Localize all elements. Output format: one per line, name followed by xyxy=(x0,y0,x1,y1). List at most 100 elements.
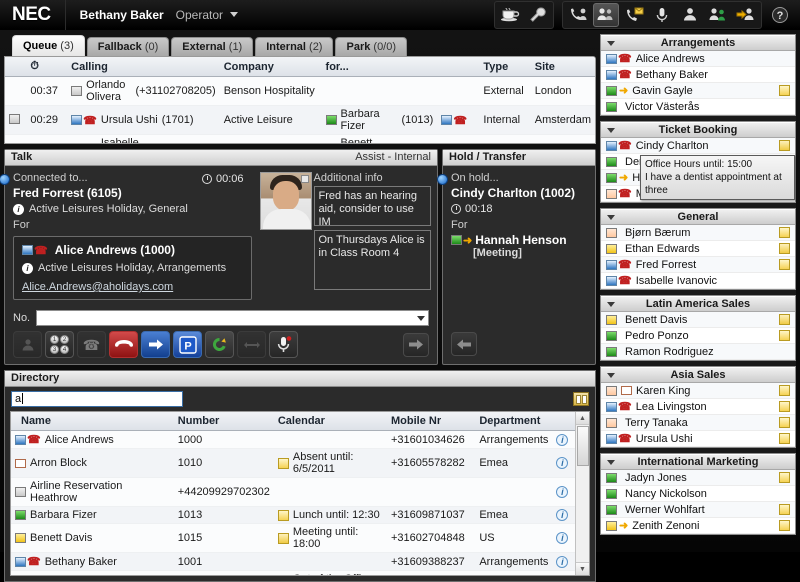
scroll-down-icon[interactable]: ▼ xyxy=(576,562,589,575)
group-header-ticket-booking[interactable]: Ticket Booking xyxy=(601,122,795,138)
list-item[interactable]: ☎ Lea Livingston xyxy=(601,399,795,415)
additional-info-note-1[interactable]: Fred has an hearing aid, consider to use… xyxy=(313,186,431,228)
group-header-general[interactable]: General xyxy=(601,209,795,225)
list-item[interactable]: Werner Wohlfart xyxy=(601,502,795,518)
recall-button[interactable] xyxy=(205,331,234,358)
dir-col-mobile[interactable]: Mobile Nr xyxy=(387,412,476,431)
note-icon[interactable] xyxy=(779,85,790,96)
table-row[interactable]: ☎ Bethany Baker 1001 +31609388237 Arrang… xyxy=(11,552,575,571)
keypad-button[interactable]: 1234 xyxy=(45,331,74,358)
list-item[interactable]: ☎ Bethany Baker xyxy=(601,67,795,83)
conference-button[interactable] xyxy=(237,331,266,358)
note-icon[interactable] xyxy=(779,227,790,238)
call-person-icon[interactable] xyxy=(565,3,591,27)
list-item[interactable]: Terry Tanaka xyxy=(601,415,795,431)
directory-table-container[interactable]: Name Number Calendar Mobile Nr Departmen… xyxy=(10,411,590,576)
scroll-up-icon[interactable]: ▲ xyxy=(576,412,589,425)
call-message-icon[interactable] xyxy=(621,3,647,27)
dir-info-cell[interactable]: i xyxy=(552,506,575,524)
table-row[interactable]: Airline Reservation Heathrow +4420992970… xyxy=(11,477,575,507)
dir-info-cell[interactable]: i xyxy=(552,523,575,553)
list-item[interactable]: Bjørn Bærum xyxy=(601,225,795,241)
dir-info-cell[interactable]: i xyxy=(552,430,575,449)
queue-col-calling[interactable]: Calling xyxy=(67,57,220,77)
list-item[interactable]: Jadyn Jones xyxy=(601,470,795,486)
table-row[interactable]: Benett Davis 1015 Meeting until: 18:00 +… xyxy=(11,523,575,553)
list-item[interactable]: ☎ Fred Forrest xyxy=(601,257,795,273)
group-header-latin-america-sales[interactable]: Latin America Sales xyxy=(601,296,795,312)
tab-fallback[interactable]: Fallback (0) xyxy=(86,37,170,56)
group-header-international-marketing[interactable]: International Marketing xyxy=(601,454,795,470)
note-icon[interactable] xyxy=(779,417,790,428)
note-lines-icon[interactable] xyxy=(779,243,790,254)
note-lines-icon[interactable] xyxy=(779,140,790,151)
tab-internal[interactable]: Internal (2) xyxy=(255,37,334,56)
dir-info-cell[interactable]: i xyxy=(552,477,575,507)
list-item[interactable]: Pedro Ponzo xyxy=(601,328,795,344)
note-icon[interactable] xyxy=(779,504,790,515)
hangup-button[interactable] xyxy=(109,331,138,358)
person-forward-icon[interactable] xyxy=(733,3,759,27)
note-icon[interactable] xyxy=(779,472,790,483)
list-item[interactable]: ➜ Zenith Zenoni xyxy=(601,518,795,534)
help-icon[interactable]: ? xyxy=(767,3,793,27)
dir-col-department[interactable]: Department xyxy=(475,412,553,431)
record-button[interactable] xyxy=(269,331,298,358)
additional-info-note-2[interactable]: On Thursdays Alice is in Class Room 4 xyxy=(313,230,431,290)
hold-back-button[interactable] xyxy=(451,332,477,356)
dir-info-cell[interactable]: i xyxy=(552,570,575,575)
note-icon[interactable] xyxy=(779,433,790,444)
note-icon[interactable] xyxy=(779,401,790,412)
transfer-button[interactable] xyxy=(141,331,170,358)
queue-col-status[interactable] xyxy=(5,57,27,77)
note-lines-icon[interactable] xyxy=(779,314,790,325)
queue-table-container[interactable]: ⏱ Calling Company for... Type Site 00:37… xyxy=(4,56,596,144)
list-item[interactable]: Ethan Edwards xyxy=(601,241,795,257)
list-item[interactable]: ☎ Cindy Charlton xyxy=(601,138,795,154)
note-icon[interactable] xyxy=(779,520,790,531)
tab-park[interactable]: Park (0/0) xyxy=(335,37,408,56)
talk-target-card[interactable]: ☎ Alice Andrews (1000) i Active Leisures… xyxy=(13,236,252,300)
list-item[interactable]: ☎ Alice Andrews xyxy=(601,51,795,67)
view-toggle-icon[interactable] xyxy=(573,392,589,406)
queue-col-company[interactable]: Company xyxy=(219,57,322,77)
dir-info-cell[interactable]: i xyxy=(552,552,575,571)
table-row[interactable]: 00:37 Orlando Olivera (+31102708205) Ben… xyxy=(5,76,595,106)
person-green-icon[interactable] xyxy=(705,3,731,27)
scrollbar-thumb[interactable] xyxy=(576,426,589,466)
list-item[interactable]: Victor Västerås xyxy=(601,99,795,115)
hold-target-row[interactable]: ➜ Hannah Henson xyxy=(451,233,587,247)
note-icon[interactable] xyxy=(779,385,790,396)
park-button[interactable]: P xyxy=(173,331,202,358)
queue-col-site[interactable]: Site xyxy=(530,57,595,77)
list-item[interactable]: Nancy Nickolson xyxy=(601,486,795,502)
role-selector[interactable]: Operator xyxy=(164,8,239,22)
queue-col-for[interactable]: for... xyxy=(321,57,438,77)
tab-external[interactable]: External (1) xyxy=(171,37,254,56)
table-row[interactable]: Bjørn Bærum 1008 Out of the Office until… xyxy=(11,570,575,575)
dir-col-name[interactable]: Name xyxy=(11,412,174,431)
search-input[interactable]: a xyxy=(11,391,183,407)
list-item[interactable]: Benett Davis xyxy=(601,312,795,328)
queue-col-icons[interactable] xyxy=(437,57,480,77)
answer-button[interactable]: ☎ xyxy=(77,331,106,358)
group-icon[interactable] xyxy=(593,2,619,27)
queue-col-time[interactable]: ⏱ xyxy=(26,57,68,77)
group-header-arrangements[interactable]: Arrangements xyxy=(601,35,795,51)
list-item[interactable]: ➜ Gavin Gayle xyxy=(601,83,795,99)
note-icon[interactable] xyxy=(779,259,790,270)
dir-info-cell[interactable]: i xyxy=(552,448,575,478)
table-row[interactable]: ☎ Alice Andrews 1000 +31601034626 Arrang… xyxy=(11,430,575,449)
list-item[interactable]: Ramon Rodriguez xyxy=(601,344,795,360)
number-combo[interactable] xyxy=(36,310,429,326)
wrench-icon[interactable] xyxy=(525,3,551,27)
microphone-icon[interactable] xyxy=(649,3,675,27)
list-item[interactable]: Karen King xyxy=(601,383,795,399)
table-row[interactable]: 00:29 ☎ Ursula Ushi (1701) Active Leisur… xyxy=(5,105,595,135)
talk-forward-button[interactable] xyxy=(403,332,429,357)
person-icon[interactable] xyxy=(677,3,703,27)
note-icon[interactable] xyxy=(779,330,790,341)
directory-scrollbar[interactable]: ▲ ▼ xyxy=(575,412,589,575)
coffee-icon[interactable] xyxy=(497,3,523,27)
table-row[interactable]: Arron Block 1010 Absent until: 6/5/2011 … xyxy=(11,448,575,478)
